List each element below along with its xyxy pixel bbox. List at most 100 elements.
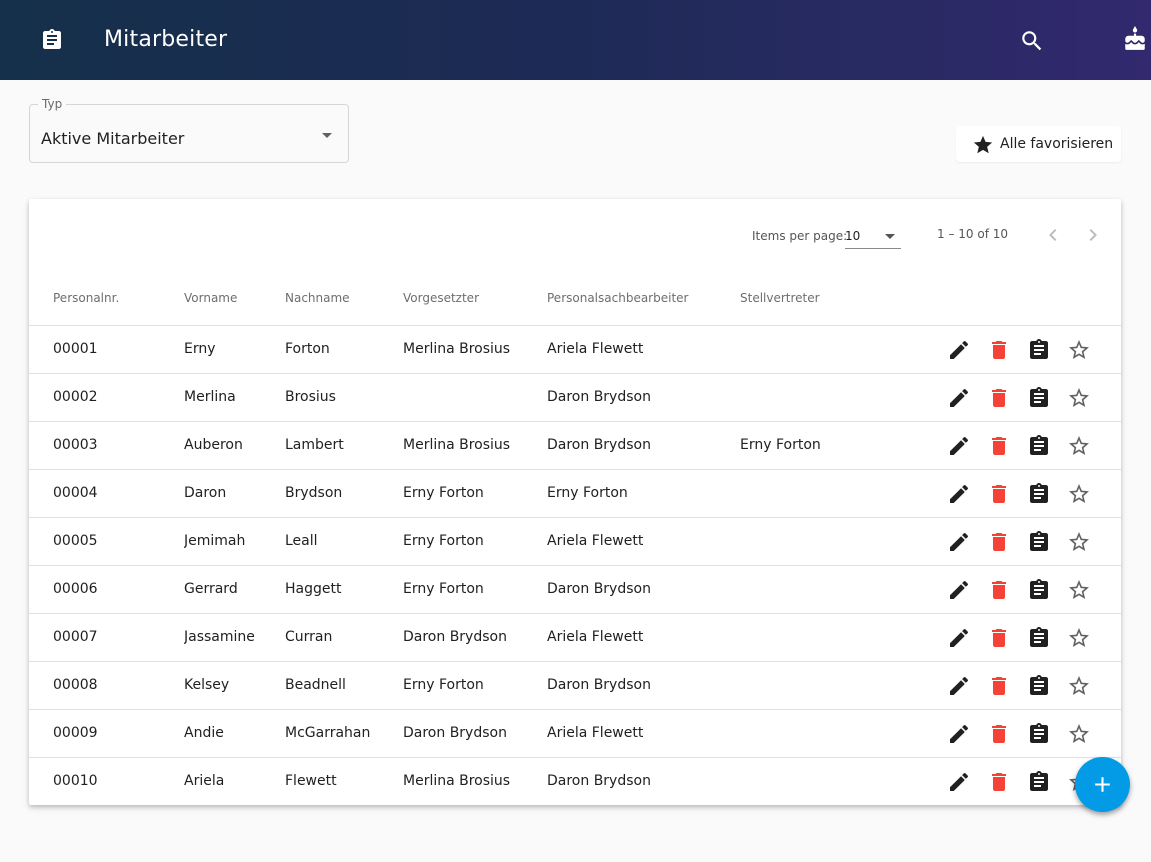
star-outline-icon[interactable] [1067, 434, 1091, 458]
cell-vorname: Jassamine [184, 613, 285, 662]
cell-vorname: Jemimah [184, 517, 285, 566]
cake-icon[interactable] [1122, 26, 1148, 52]
table-row[interactable]: 00008 Kelsey Beadnell Erny Forton Daron … [29, 661, 1121, 710]
delete-icon[interactable] [987, 386, 1011, 410]
cell-personalnr: 00004 [29, 469, 184, 518]
cell-vorgesetzter: Erny Forton [403, 565, 547, 614]
clipboard-icon[interactable] [1027, 482, 1051, 506]
delete-icon[interactable] [987, 578, 1011, 602]
table-row[interactable]: 00010 Ariela Flewett Merlina Brosius Dar… [29, 757, 1121, 805]
cell-vorgesetzter: Erny Forton [403, 661, 547, 710]
star-outline-icon[interactable] [1067, 722, 1091, 746]
table-row[interactable]: 00007 Jassamine Curran Daron Brydson Ari… [29, 613, 1121, 662]
column-header-nachname[interactable]: Nachname [285, 271, 403, 326]
edit-icon[interactable] [947, 530, 971, 554]
clipboard-icon[interactable] [1027, 434, 1051, 458]
clipboard-icon[interactable] [1027, 386, 1051, 410]
table-row[interactable]: 00006 Gerrard Haggett Erny Forton Daron … [29, 565, 1121, 614]
column-header-vorname[interactable]: Vorname [184, 271, 285, 326]
cell-nachname: Leall [285, 517, 403, 566]
delete-icon[interactable] [987, 770, 1011, 794]
clipboard-icon[interactable] [1027, 530, 1051, 554]
delete-icon[interactable] [987, 338, 1011, 362]
cell-personalsachbearbeiter: Daron Brydson [547, 773, 651, 790]
column-header-personalsachbearbeiter[interactable]: Personalsachbearbeiter [547, 271, 740, 326]
search-icon[interactable] [1019, 28, 1045, 54]
star-outline-icon[interactable] [1067, 530, 1091, 554]
cell-personalnr: 00010 [53, 773, 98, 790]
delete-icon[interactable] [987, 722, 1011, 746]
next-page-button[interactable] [1081, 223, 1105, 247]
cell-vorname: Ariela [184, 773, 225, 790]
clipboard-icon[interactable] [1027, 674, 1051, 698]
edit-icon[interactable] [947, 386, 971, 410]
cell-stellvertreter [740, 709, 931, 758]
paginator: Items per page: 10 1 – 10 of 10 [29, 199, 1121, 271]
employee-table: Personalnr. Vorname Nachname Vorgesetzte… [29, 271, 1121, 805]
edit-icon[interactable] [947, 338, 971, 362]
edit-icon[interactable] [947, 434, 971, 458]
cell-vorgesetzter: Daron Brydson [403, 709, 547, 758]
star-outline-icon[interactable] [1067, 482, 1091, 506]
delete-icon[interactable] [987, 674, 1011, 698]
cell-nachname: Beadnell [285, 661, 403, 710]
cell-personalsachbearbeiter: Ariela Flewett [547, 517, 740, 566]
edit-icon[interactable] [947, 626, 971, 650]
edit-icon[interactable] [947, 674, 971, 698]
type-select[interactable]: Typ Aktive Mitarbeiter [29, 96, 349, 163]
cell-vorname: Auberon [184, 421, 285, 470]
cell-personalnr: 00002 [29, 373, 184, 422]
cell-stellvertreter [740, 469, 931, 518]
table-row[interactable]: 00003 Auberon Lambert Merlina Brosius Da… [29, 421, 1121, 470]
cell-personalsachbearbeiter: Daron Brydson [547, 565, 740, 614]
edit-icon[interactable] [947, 482, 971, 506]
table-row[interactable]: 00009 Andie McGarrahan Daron Brydson Ari… [29, 709, 1121, 758]
clipboard-icon[interactable] [1027, 578, 1051, 602]
star-outline-icon[interactable] [1067, 386, 1091, 410]
table-row[interactable]: 00004 Daron Brydson Erny Forton Erny For… [29, 469, 1121, 518]
delete-icon[interactable] [987, 482, 1011, 506]
cell-nachname: Haggett [285, 565, 403, 614]
cell-stellvertreter [740, 517, 931, 566]
edit-icon[interactable] [947, 578, 971, 602]
cell-vorgesetzter: Erny Forton [403, 469, 547, 518]
delete-icon[interactable] [987, 530, 1011, 554]
delete-icon[interactable] [987, 434, 1011, 458]
column-header-vorgesetzter[interactable]: Vorgesetzter [403, 271, 547, 326]
cell-vorgesetzter [403, 373, 547, 422]
clipboard-icon[interactable] [1027, 722, 1051, 746]
cell-vorname: Daron [184, 469, 285, 518]
previous-page-button[interactable] [1041, 223, 1065, 247]
clipboard-icon[interactable] [1027, 626, 1051, 650]
cell-stellvertreter [740, 325, 931, 374]
delete-icon[interactable] [987, 626, 1011, 650]
table-row[interactable]: 00001 Erny Forton Merlina Brosius Ariela… [29, 325, 1121, 374]
cell-vorgesetzter: Erny Forton [403, 517, 547, 566]
favorite-all-button[interactable]: Alle favorisieren [956, 126, 1121, 162]
cell-personalsachbearbeiter: Daron Brydson [547, 421, 740, 470]
clipboard-icon[interactable] [1027, 338, 1051, 362]
clipboard-icon[interactable] [1027, 770, 1051, 794]
star-outline-icon[interactable] [1067, 674, 1091, 698]
edit-icon[interactable] [947, 722, 971, 746]
cell-actions [931, 613, 1121, 662]
column-header-stellvertreter[interactable]: Stellvertreter [740, 271, 931, 326]
table-row[interactable]: 00002 Merlina Brosius Daron Brydson [29, 373, 1121, 422]
cell-stellvertreter [740, 757, 931, 805]
cell-personalsachbearbeiter: Erny Forton [547, 469, 740, 518]
add-employee-button[interactable] [1075, 757, 1130, 812]
items-per-page-select[interactable]: 10 [845, 225, 901, 249]
cell-actions [931, 661, 1121, 710]
star-outline-icon[interactable] [1067, 338, 1091, 362]
table-row[interactable]: 00005 Jemimah Leall Erny Forton Ariela F… [29, 517, 1121, 566]
star-outline-icon[interactable] [1067, 578, 1091, 602]
cell-actions [931, 469, 1121, 518]
cell-actions [931, 565, 1121, 614]
type-select-label: Typ [38, 96, 67, 112]
cell-personalsachbearbeiter: Ariela Flewett [547, 613, 740, 662]
edit-icon[interactable] [947, 770, 971, 794]
cell-personalnr: 00001 [29, 325, 184, 374]
column-header-personalnr[interactable]: Personalnr. [29, 271, 184, 326]
cell-nachname: Brosius [285, 373, 403, 422]
star-outline-icon[interactable] [1067, 626, 1091, 650]
